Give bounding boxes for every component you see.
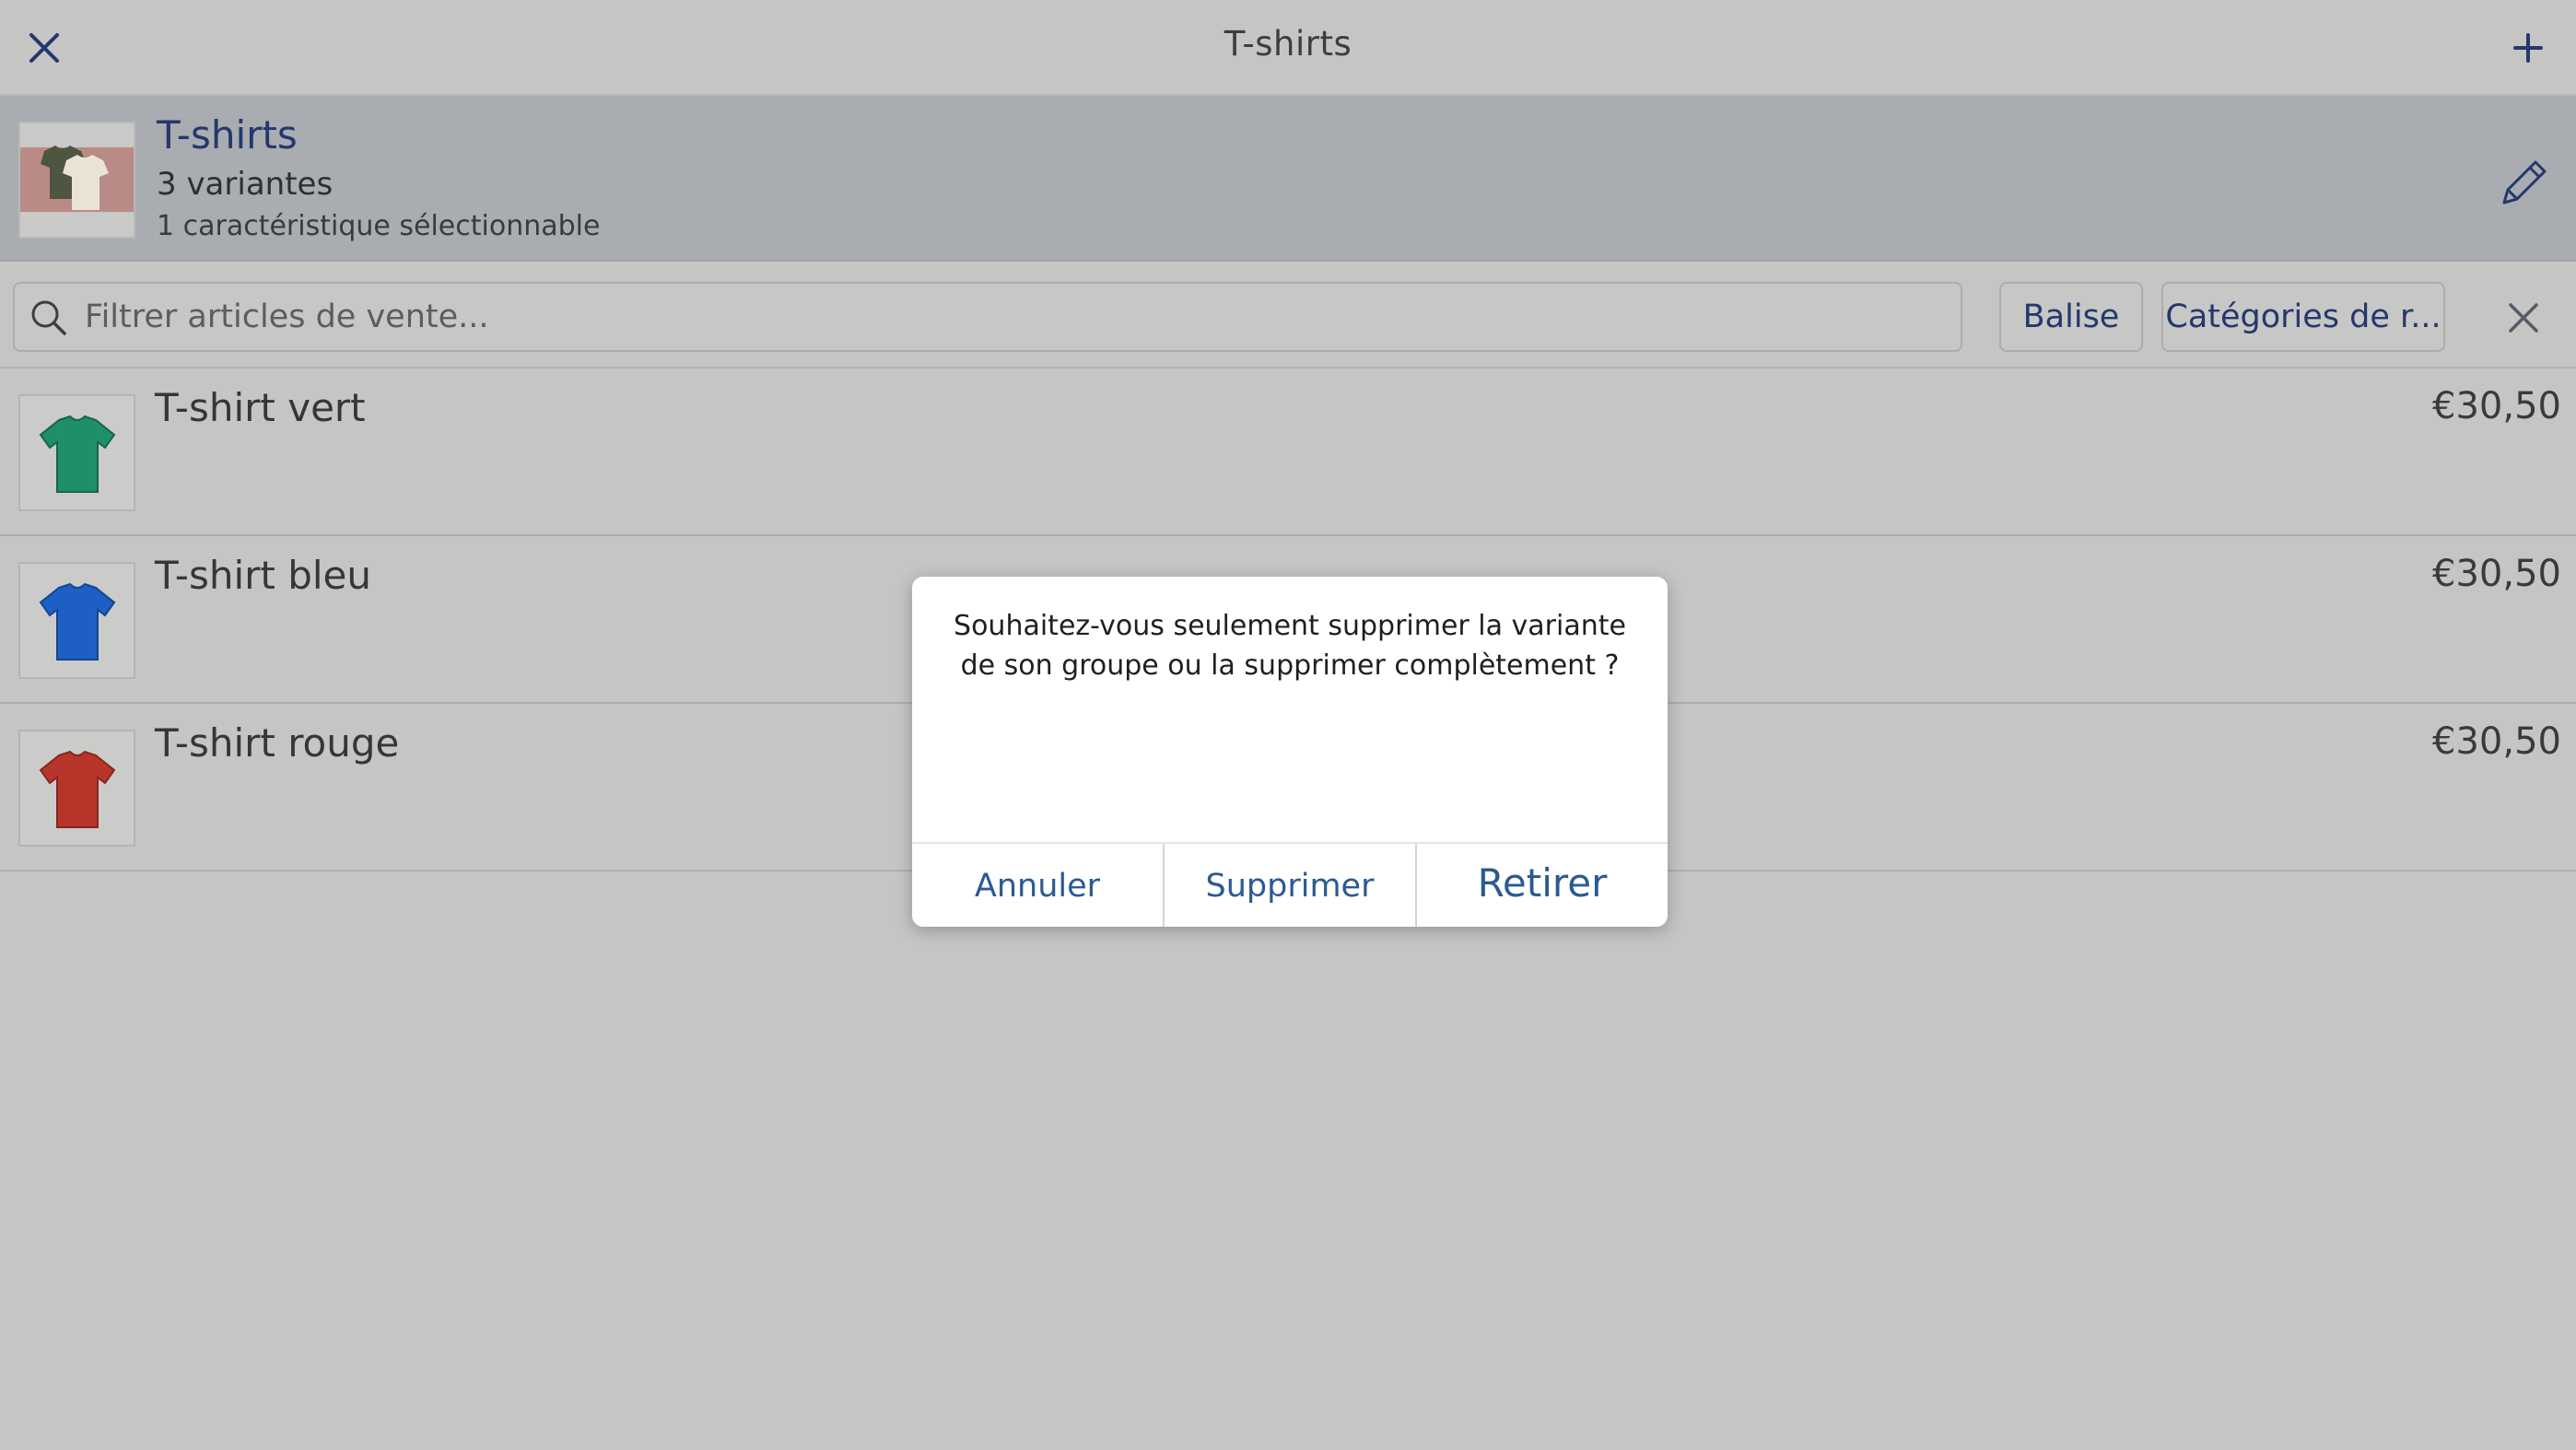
remove-button[interactable]: Retirer xyxy=(1415,844,1668,927)
group-variant-count: 3 variantes xyxy=(157,166,334,203)
group-name: T-shirts xyxy=(157,112,298,158)
delete-button[interactable]: Supprimer xyxy=(1163,844,1415,927)
plus-icon xyxy=(2513,33,2543,63)
add-button[interactable] xyxy=(2500,22,2556,74)
tshirt-icon xyxy=(39,750,115,828)
clear-filter-button[interactable] xyxy=(2491,287,2556,348)
cancel-button[interactable]: Annuler xyxy=(912,844,1163,927)
tag-filter-button[interactable]: Balise xyxy=(1999,282,2143,352)
confirmation-dialog: Souhaitez-vous seulement supprimer la va… xyxy=(912,577,1668,927)
item-name: T-shirt vert xyxy=(155,385,366,430)
page-title: T-shirts xyxy=(1224,24,1352,64)
tshirts-group-image xyxy=(20,146,134,212)
search-box xyxy=(13,282,1962,352)
tshirt-icon xyxy=(39,415,115,493)
search-input[interactable] xyxy=(85,284,1946,350)
item-name: T-shirt rouge xyxy=(155,720,400,766)
filter-bar: Balise Catégories de r... xyxy=(0,262,2576,368)
item-thumbnail xyxy=(18,730,135,847)
item-thumbnail xyxy=(18,562,135,679)
app-window: T-shirts T-shirts 3 variantes 1 caractér… xyxy=(0,0,2576,1450)
dialog-actions: Annuler Supprimer Retirer xyxy=(912,842,1668,927)
group-header: T-shirts 3 variantes 1 caractéristique s… xyxy=(0,94,2576,262)
group-feature-count: 1 caractéristique sélectionnable xyxy=(157,210,601,242)
item-name: T-shirt bleu xyxy=(155,553,371,598)
category-filter-button[interactable]: Catégories de r... xyxy=(2161,282,2445,352)
close-icon xyxy=(2509,303,2538,333)
search-icon xyxy=(31,300,66,335)
item-price: €30,50 xyxy=(2432,553,2561,595)
tshirt-icon xyxy=(39,582,115,661)
group-thumbnail xyxy=(18,122,135,239)
item-thumbnail xyxy=(18,394,135,511)
dialog-message: Souhaitez-vous seulement supprimer la va… xyxy=(954,610,1626,682)
item-price: €30,50 xyxy=(2432,720,2561,763)
navigation-bar: T-shirts xyxy=(0,0,2576,94)
item-price: €30,50 xyxy=(2432,385,2561,427)
list-item[interactable]: T-shirt vert €30,50 xyxy=(0,368,2576,536)
edit-group-button[interactable] xyxy=(2491,151,2556,216)
pencil-icon xyxy=(2502,160,2547,205)
